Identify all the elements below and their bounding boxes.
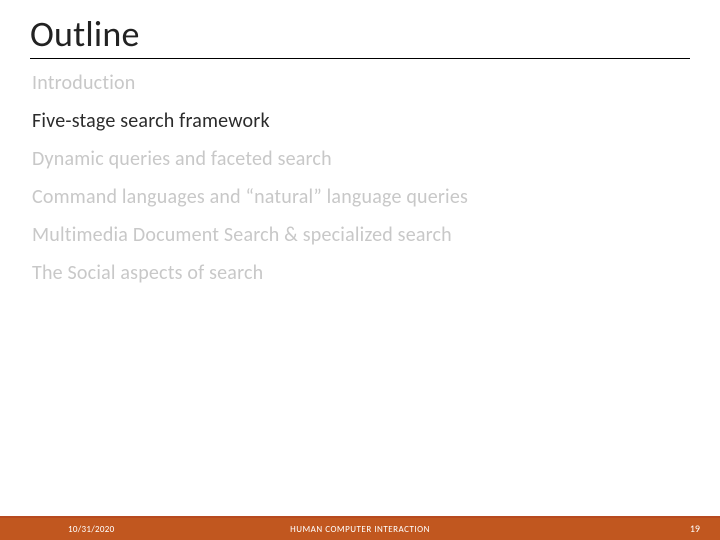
outline-item: The Social aspects of search [32,261,690,285]
outline-list: Introduction Five-stage search framework… [30,71,690,285]
footer-course-title: HUMAN COMPUTER INTERACTION [0,524,720,535]
outline-item-current: Five-stage search framework [32,109,690,133]
outline-item: Introduction [32,71,690,95]
outline-item: Multimedia Document Search & specialized… [32,223,690,247]
slide-title: Outline [30,12,690,59]
slide: Outline Introduction Five-stage search f… [0,0,720,540]
outline-item: Command languages and “natural” language… [32,185,690,209]
outline-item: Dynamic queries and faceted search [32,147,690,171]
footer-page-number: 19 [690,522,700,535]
slide-footer: 10/31/2020 HUMAN COMPUTER INTERACTION 19 [0,514,720,540]
